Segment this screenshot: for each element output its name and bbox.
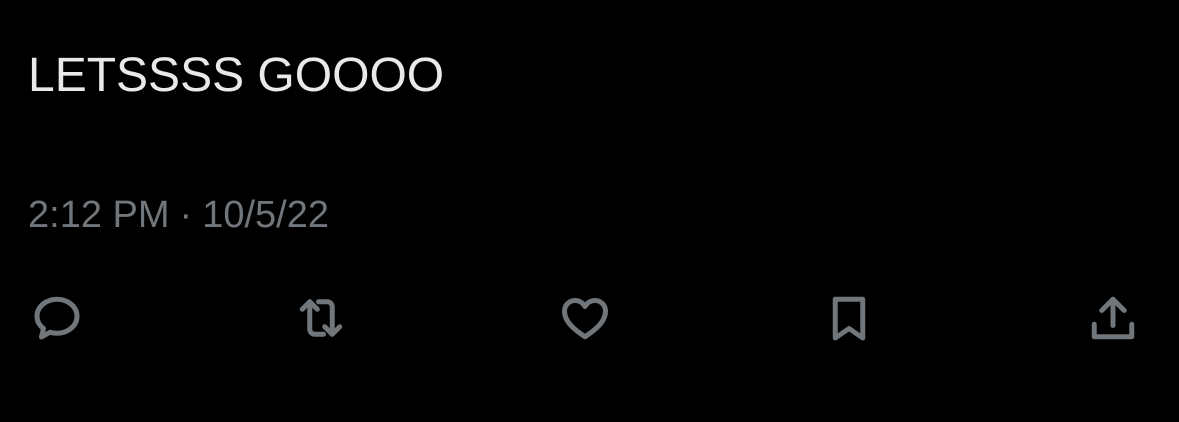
retweet-button[interactable] [289,286,353,350]
tweet-date: 10/5/22 [202,194,329,236]
share-button[interactable] [1081,286,1145,350]
reply-icon [34,296,80,340]
share-icon [1091,296,1135,340]
heart-icon [562,298,608,340]
bookmark-button[interactable] [817,286,881,350]
tweet-action-bar [0,286,1179,350]
tweet-timestamp[interactable]: 2:12 PM · 10/5/22 [28,193,329,237]
tweet-text: LETSSSS GOOOO [28,49,445,102]
meta-separator: · [179,194,193,236]
tweet-time: 2:12 PM [28,194,170,236]
retweet-icon [299,299,343,337]
like-button[interactable] [553,286,617,350]
reply-button[interactable] [25,286,89,350]
bookmark-icon [832,296,866,341]
